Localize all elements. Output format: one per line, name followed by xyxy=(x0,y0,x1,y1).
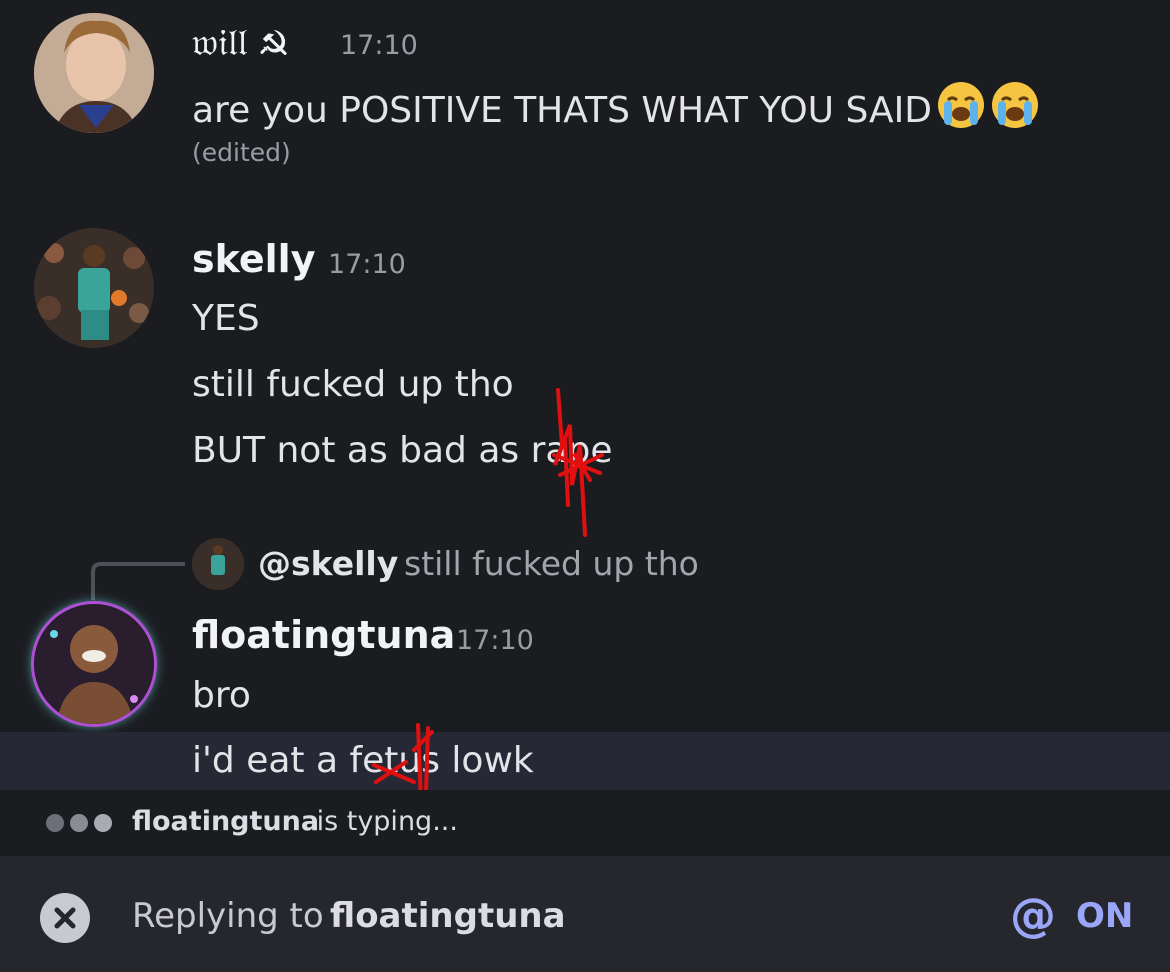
message-line: bro xyxy=(192,675,251,716)
mention-state: ON xyxy=(1076,896,1134,936)
message-text: are you POSITIVE THATS WHAT YOU SAID xyxy=(192,80,1040,131)
typing-user: floatingtuna xyxy=(132,806,320,837)
avatar-skelly-image xyxy=(34,228,154,348)
loudly-crying-face-icon xyxy=(937,82,984,128)
avatar-skelly[interactable] xyxy=(34,228,154,348)
username-will[interactable]: 𝔴𝔦𝔩𝔩 ☭ xyxy=(192,20,288,65)
avatar-floatingtuna[interactable] xyxy=(34,604,154,724)
reply-bar-target: floatingtuna xyxy=(330,896,566,936)
reply-preview-mention[interactable]: @skelly xyxy=(258,544,398,583)
typing-indicator: floatingtuna is typing... xyxy=(0,790,1170,856)
at-sign-icon: @ xyxy=(1010,888,1056,942)
avatar-will-image xyxy=(34,13,154,133)
message-line: i'd eat a fetus lowk xyxy=(192,740,534,781)
close-icon xyxy=(54,907,76,929)
highlighted-message-row[interactable] xyxy=(0,732,1170,790)
message-line: still fucked up tho xyxy=(192,364,514,405)
edited-label: (edited) xyxy=(192,138,291,167)
reply-preview-avatar[interactable] xyxy=(192,538,244,590)
message-line: YES xyxy=(192,298,260,339)
avatar-will[interactable] xyxy=(34,13,154,133)
typing-dots-icon xyxy=(46,814,132,832)
cancel-reply-button[interactable] xyxy=(40,893,90,943)
reply-connector xyxy=(91,562,185,600)
username-floatingtuna[interactable]: floatingtuna xyxy=(192,613,455,657)
timestamp-skelly: 17:10 xyxy=(328,249,406,280)
username-skelly[interactable]: skelly xyxy=(192,237,315,281)
typing-suffix: is typing... xyxy=(308,806,458,837)
reply-preview-avatar-image xyxy=(192,538,244,590)
reply-bar-prefix: Replying to xyxy=(132,896,335,936)
timestamp-will: 17:10 xyxy=(340,30,418,61)
red-scribble-redaction xyxy=(552,388,604,537)
avatar-floatingtuna-image xyxy=(34,604,154,724)
reply-bar: Replying to floatingtuna @ ON xyxy=(0,856,1170,972)
timestamp-floatingtuna: 17:10 xyxy=(456,625,534,656)
message-line: are you POSITIVE THATS WHAT YOU SAID xyxy=(192,90,932,131)
loudly-crying-face-icon xyxy=(991,82,1038,128)
reply-preview-text[interactable]: still fucked up tho xyxy=(404,544,699,583)
mention-toggle[interactable]: @ ON xyxy=(1010,888,1140,942)
